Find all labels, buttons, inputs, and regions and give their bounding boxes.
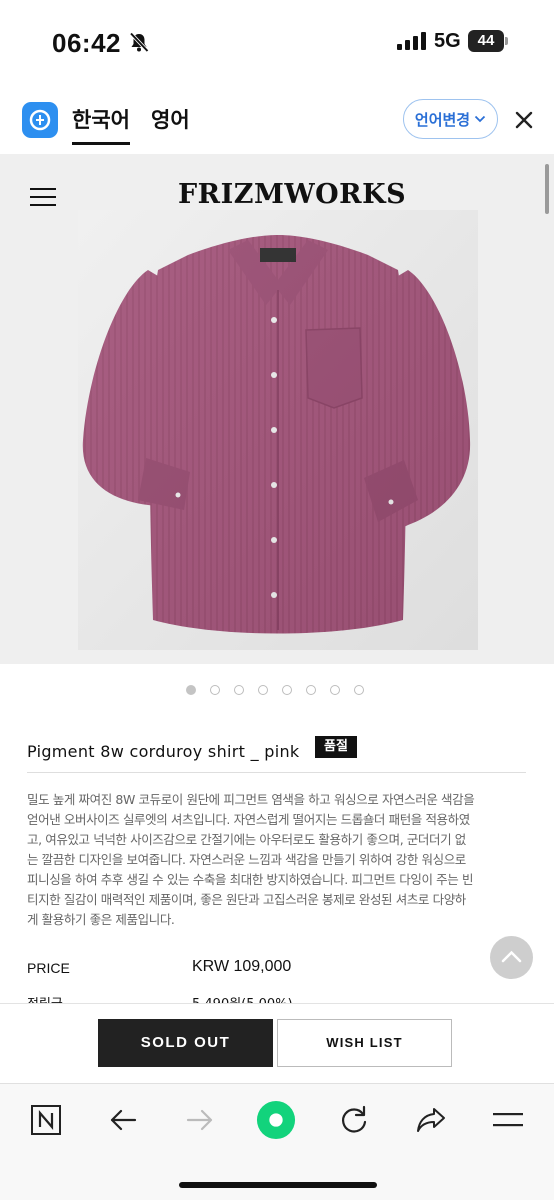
- description-line: 얻어낸 오버사이즈 실루엣의 셔츠입니다. 자연스럽게 떨어지는 드롭숄더 패턴…: [27, 812, 470, 827]
- tab-english[interactable]: 영어: [151, 104, 190, 134]
- price-row: PRICE KRW 109,000: [27, 958, 487, 980]
- battery-icon: 44: [468, 30, 508, 52]
- description-line: 고, 여유있고 넉넉한 사이즈감으로 간절기에는 아우터로도 활용하기 좋으며,…: [27, 832, 466, 847]
- menu-lines-icon: [493, 1113, 523, 1127]
- close-icon[interactable]: [514, 110, 534, 130]
- brand-logo[interactable]: FRIZMWORKS: [178, 179, 406, 210]
- battery-level: 44: [468, 30, 504, 52]
- change-language-button[interactable]: 언어변경: [403, 99, 498, 139]
- description-line: 밀도 높게 짜여진 8W 코듀로이 원단에 피그먼트 염색을 하고 워싱으로 자…: [27, 792, 475, 807]
- network-type: 5G: [434, 30, 461, 52]
- back-button[interactable]: [103, 1100, 143, 1140]
- translate-bar: 한국어 영어 언어변경: [0, 92, 554, 148]
- bell-muted-icon: [129, 32, 149, 53]
- share-arrow-icon: [417, 1108, 445, 1132]
- carousel-dot[interactable]: [210, 685, 220, 695]
- description-line: 피니싱을 하여 추후 생길 수 있는 수축을 최대한 방지하였습니다. 피그먼트…: [27, 872, 474, 887]
- purchase-action-bar: SOLD OUT WISH LIST: [0, 1003, 554, 1083]
- wish-list-button[interactable]: WISH LIST: [277, 1019, 452, 1067]
- divider: [27, 772, 526, 773]
- refresh-icon: [342, 1105, 367, 1133]
- description-line: 게 활용하기 좋은 제품입니다.: [27, 912, 175, 927]
- carousel-dot[interactable]: [234, 685, 244, 695]
- product-image-carousel[interactable]: FRIZMWORKS: [0, 154, 554, 664]
- change-language-label: 언어변경: [414, 110, 471, 129]
- carousel-dots: [186, 685, 376, 697]
- carousel-dot[interactable]: [186, 685, 196, 695]
- battery-cap: [505, 37, 508, 45]
- carousel-dot[interactable]: [354, 685, 364, 695]
- menu-button[interactable]: [488, 1100, 528, 1140]
- refresh-button[interactable]: [334, 1100, 374, 1140]
- product-description: 밀도 높게 짜여진 8W 코듀로이 원단에 피그먼트 염색을 하고 워싱으로 자…: [27, 790, 527, 930]
- status-bar: 06:42 5G 44: [0, 0, 554, 84]
- product-shirt-image: [78, 210, 478, 650]
- product-name: Pigment 8w corduroy shirt _ pink: [27, 742, 300, 761]
- arrow-right-icon: [186, 1109, 213, 1131]
- share-button[interactable]: [411, 1100, 451, 1140]
- status-time: 06:42: [52, 28, 121, 58]
- sold-out-button[interactable]: SOLD OUT: [98, 1019, 273, 1067]
- description-line: 티지한 질감이 매력적인 제품이며, 좋은 원단과 고집스러운 봉제로 완성된 …: [27, 892, 466, 907]
- naver-home-button[interactable]: [26, 1100, 66, 1140]
- carousel-dot[interactable]: [306, 685, 316, 695]
- green-dot-icon: [256, 1100, 296, 1140]
- sold-out-badge: 품절: [315, 736, 357, 758]
- carousel-dot[interactable]: [258, 685, 268, 695]
- translate-app-icon: [22, 102, 58, 138]
- active-tab-underline: [72, 142, 130, 145]
- price-value: KRW 109,000: [192, 958, 292, 975]
- home-indicator[interactable]: [179, 1182, 377, 1188]
- browser-toolbar: [0, 1083, 554, 1200]
- price-label: PRICE: [27, 960, 70, 976]
- translate-logo-glyph: [29, 109, 51, 131]
- cellular-signal-icon: [397, 32, 426, 50]
- naver-n-icon: [31, 1105, 61, 1135]
- forward-button[interactable]: [180, 1100, 220, 1140]
- arrow-left-icon: [110, 1109, 137, 1131]
- description-line: 는 깔끔한 디자인을 보여줍니다. 자연스러운 느낌과 색감을 만들기 위하여 …: [27, 852, 466, 867]
- hamburger-menu-icon[interactable]: [30, 188, 56, 206]
- carousel-dot[interactable]: [282, 685, 292, 695]
- chevron-down-icon: [474, 115, 486, 123]
- page-scrollbar[interactable]: [545, 164, 549, 214]
- tab-korean[interactable]: 한국어: [72, 104, 130, 134]
- carousel-dot[interactable]: [330, 685, 340, 695]
- scroll-to-top-button[interactable]: [490, 936, 533, 979]
- green-dot-button[interactable]: [256, 1100, 296, 1140]
- chevron-up-icon: [501, 950, 522, 963]
